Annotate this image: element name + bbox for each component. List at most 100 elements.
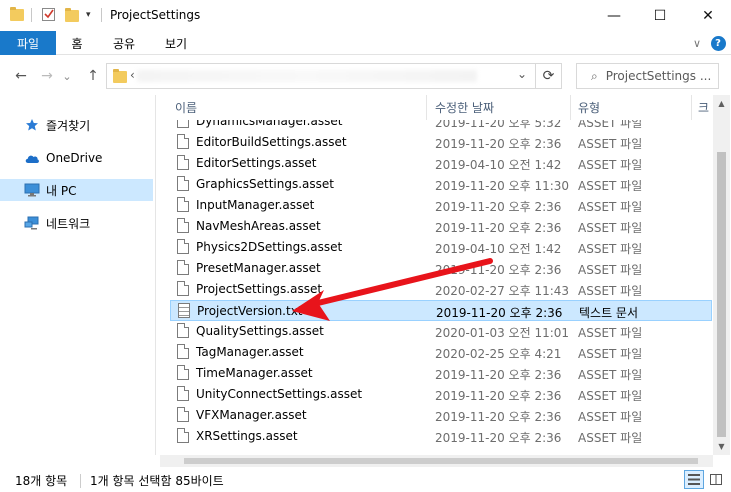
- maximize-button[interactable]: ☐: [637, 0, 683, 31]
- file-icon: [177, 239, 189, 254]
- file-type: ASSET 파일: [578, 410, 643, 424]
- file-type: ASSET 파일: [578, 368, 643, 382]
- table-row[interactable]: TimeManager.asset 2019-11-20 오후 2:36 ASSET…: [170, 363, 712, 384]
- address-dropdown-icon[interactable]: ⌄: [517, 67, 527, 81]
- text-file-icon: [178, 303, 190, 318]
- file-icon: [177, 386, 189, 401]
- scroll-down-arrow[interactable]: ▼: [713, 438, 730, 455]
- minimize-button[interactable]: —: [591, 0, 637, 31]
- search-input[interactable]: ⌕ ProjectSettings ...: [576, 63, 719, 89]
- help-icon[interactable]: ?: [709, 31, 727, 55]
- address-bar[interactable]: ‹ ⌄: [106, 63, 536, 89]
- file-type: ASSET 파일: [578, 389, 643, 403]
- computer-icon: [24, 183, 40, 197]
- up-button[interactable]: ↑: [82, 66, 104, 86]
- table-row[interactable]: ProjectVersion.txt 2019-11-20 오후 2:36 텍스트 …: [170, 300, 712, 321]
- path-chevron-icon[interactable]: ‹: [130, 68, 135, 82]
- table-row[interactable]: PresetManager.asset 2019-11-20 오후 2:36 ASS…: [170, 258, 712, 279]
- column-header-date[interactable]: 수정한 날짜: [435, 95, 565, 120]
- file-date: 2020-02-25 오후 4:21: [435, 347, 562, 361]
- file-list: DynamicsManager.asset 2019-11-20 오후 5:32 A…: [160, 95, 713, 455]
- scroll-up-arrow[interactable]: ▲: [713, 95, 730, 112]
- file-name: XRSettings.asset: [196, 429, 298, 443]
- file-date: 2019-11-20 오후 2:36: [435, 221, 562, 235]
- nav-item-network[interactable]: 네트워크: [0, 212, 153, 234]
- table-row[interactable]: NavMeshAreas.asset 2019-11-20 오후 2:36 ASSE…: [170, 216, 712, 237]
- tab-view[interactable]: 보기: [156, 31, 196, 55]
- nav-item-onedrive[interactable]: OneDrive: [0, 147, 153, 169]
- column-header-size[interactable]: 크: [698, 95, 713, 120]
- scroll-thumb[interactable]: [184, 458, 698, 464]
- file-type: ASSET 파일: [578, 137, 643, 151]
- table-row[interactable]: InputManager.asset 2019-11-20 오후 2:36 ASSE…: [170, 195, 712, 216]
- file-icon: [177, 323, 189, 338]
- vertical-scrollbar[interactable]: ▲ ▼: [713, 95, 730, 455]
- file-icon: [177, 281, 189, 296]
- file-icon: [177, 344, 189, 359]
- column-divider[interactable]: [691, 95, 692, 120]
- table-row[interactable]: GraphicsSettings.asset 2019-11-20 오후 11:3…: [170, 174, 712, 195]
- column-header: ^ 이름 수정한 날짜 유형 크: [160, 95, 713, 120]
- table-row[interactable]: ProjectSettings.asset 2020-02-27 오후 11:43…: [170, 279, 712, 300]
- file-date: 2019-11-20 오후 2:36: [435, 137, 562, 151]
- table-row[interactable]: TagManager.asset 2020-02-25 오후 4:21 ASSET …: [170, 342, 712, 363]
- column-header-name[interactable]: 이름: [175, 95, 425, 120]
- back-button[interactable]: ←: [10, 66, 32, 86]
- table-row[interactable]: UnityConnectSettings.asset 2019-11-20 오후 …: [170, 384, 712, 405]
- title-bar: ▾ ProjectSettings — ☐ ✕: [0, 0, 731, 31]
- file-type: 텍스트 문서: [579, 306, 639, 320]
- close-button[interactable]: ✕: [685, 0, 731, 31]
- scroll-thumb[interactable]: [717, 152, 726, 437]
- file-icon: [177, 155, 189, 170]
- file-icon: [177, 260, 189, 275]
- forward-button[interactable]: →: [36, 66, 58, 86]
- folder-icon: [113, 69, 127, 83]
- ribbon-expand-icon[interactable]: ∨: [688, 31, 706, 55]
- new-folder-icon[interactable]: [65, 7, 81, 23]
- table-row[interactable]: EditorSettings.asset 2019-04-10 오전 1:42 AS…: [170, 153, 712, 174]
- file-type: ASSET 파일: [578, 284, 643, 298]
- column-header-type[interactable]: 유형: [578, 95, 678, 120]
- large-icons-view-button[interactable]: [706, 470, 726, 489]
- file-icon: [177, 134, 189, 149]
- table-row[interactable]: QualitySettings.asset 2020-01-03 오전 11:01…: [170, 321, 712, 342]
- customize-toolbar-icon[interactable]: ▾: [86, 10, 91, 20]
- pane-splitter[interactable]: [155, 95, 156, 455]
- divider: [31, 8, 32, 22]
- tab-share[interactable]: 공유: [104, 31, 144, 55]
- star-icon: [24, 118, 40, 132]
- file-icon: [177, 197, 189, 212]
- navigation-pane: 즐겨찾기 OneDrive 내 PC 네트워크: [0, 95, 155, 455]
- nav-item-this-pc[interactable]: 내 PC: [0, 179, 153, 201]
- file-name: UnityConnectSettings.asset: [196, 387, 363, 401]
- table-row[interactable]: XRSettings.asset 2019-11-20 오후 2:36 ASSET …: [170, 426, 712, 447]
- refresh-button[interactable]: ⟳: [536, 63, 562, 89]
- file-date: 2019-04-10 오전 1:42: [435, 158, 562, 172]
- file-type: ASSET 파일: [578, 326, 643, 340]
- recent-locations-button[interactable]: ⌄: [60, 66, 74, 86]
- item-count: 18개 항목: [15, 474, 68, 488]
- file-name: GraphicsSettings.asset: [196, 177, 334, 191]
- file-name: TimeManager.asset: [196, 366, 313, 380]
- column-divider[interactable]: [426, 95, 427, 120]
- file-icon: [177, 428, 189, 443]
- nav-item-label: OneDrive: [46, 151, 103, 165]
- table-row[interactable]: VFXManager.asset 2019-11-20 오후 2:36 ASSET …: [170, 405, 712, 426]
- nav-item-favorites[interactable]: 즐겨찾기: [0, 114, 153, 136]
- file-name: TagManager.asset: [196, 345, 304, 359]
- horizontal-scrollbar[interactable]: [160, 455, 713, 467]
- file-type: ASSET 파일: [578, 179, 643, 193]
- nav-item-label: 네트워크: [46, 216, 91, 231]
- column-divider[interactable]: [570, 95, 571, 120]
- tab-home[interactable]: 홈: [58, 31, 96, 55]
- properties-icon[interactable]: [41, 6, 57, 22]
- file-date: 2019-11-20 오후 11:30: [435, 179, 570, 193]
- table-row[interactable]: Physics2DSettings.asset 2019-04-10 오전 1:4…: [170, 237, 712, 258]
- nav-item-label: 내 PC: [46, 183, 77, 198]
- file-date: 2020-01-03 오전 11:01: [435, 326, 570, 340]
- file-name: ProjectVersion.txt: [197, 304, 303, 318]
- table-row[interactable]: EditorBuildSettings.asset 2019-11-20 오후 2…: [170, 132, 712, 153]
- file-type: ASSET 파일: [578, 200, 643, 214]
- details-view-button[interactable]: [684, 470, 704, 489]
- tab-file[interactable]: 파일: [0, 31, 56, 55]
